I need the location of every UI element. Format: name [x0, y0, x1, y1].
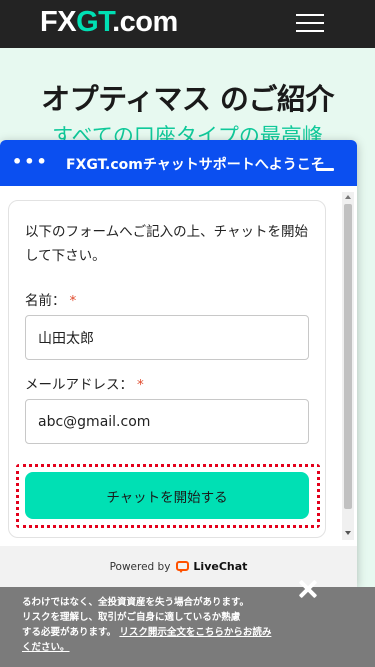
start-chat-button[interactable]: チャットを開始する: [25, 472, 309, 519]
risk-line: るわけではなく、全投資資産を失う場合があります。: [22, 597, 250, 608]
risk-line-text: する必要があります。: [22, 627, 117, 638]
email-label: メールアドレス： *: [25, 373, 144, 393]
powered-by-text: Powered by: [109, 560, 171, 573]
close-icon[interactable]: [296, 577, 320, 601]
email-input-value: abc@gmail.com: [38, 413, 151, 430]
email-label-text: メールアドレス：: [25, 377, 133, 393]
risk-line: する必要があります。 リスク開示全文をこちらからお読みください。: [22, 625, 272, 655]
more-dots-icon[interactable]: •••: [12, 152, 49, 171]
scroll-down-arrow-icon[interactable]: [345, 531, 351, 535]
name-input[interactable]: 山田太郎: [25, 315, 309, 360]
scroll-up-arrow-icon[interactable]: [345, 195, 351, 199]
scrollbar-thumb[interactable]: [344, 204, 352, 509]
chat-title: FXGT.comチャットサポートへようこそ: [66, 157, 325, 173]
name-label: 名前： *: [25, 289, 76, 309]
fxgt-logo[interactable]: FXGT.com: [40, 5, 178, 39]
risk-text: るわけではなく、全投資資産を失う場合があります。 リスクを理解し、取引がご自身に…: [22, 595, 272, 655]
livechat-brand[interactable]: LiveChat: [193, 560, 247, 573]
email-input[interactable]: abc@gmail.com: [25, 399, 309, 444]
hamburger-menu-icon[interactable]: [296, 12, 324, 34]
logo-gt: GT: [76, 6, 113, 38]
logo-fx: FX: [40, 6, 77, 38]
livechat-logo-icon: [176, 560, 190, 573]
minimize-icon[interactable]: [316, 168, 334, 171]
form-intro: 以下のフォームへご記入の上、チャットを開始して下さい。: [25, 224, 308, 264]
site-header: FXGT.com: [0, 0, 375, 48]
required-mark: *: [69, 293, 77, 309]
name-input-value: 山田太郎: [38, 330, 94, 347]
chat-body: 以下のフォームへご記入の上、チャットを開始して下さい。 名前： * 山田太郎 メー…: [0, 186, 357, 546]
start-button-highlight: チャットを開始する: [16, 464, 320, 528]
chat-widget: ••• FXGT.comチャットサポートへようこそ 以下のフォームへご記入の上、…: [0, 140, 357, 587]
prechat-form: 以下のフォームへご記入の上、チャットを開始して下さい。 名前： * 山田太郎 メー…: [8, 200, 326, 538]
risk-warning-banner: るわけではなく、全投資資産を失う場合があります。 リスクを理解し、取引がご自身に…: [0, 579, 375, 667]
required-mark: *: [137, 377, 144, 393]
logo-com: .com: [112, 6, 178, 38]
name-label-text: 名前：: [25, 293, 66, 309]
hero-title: オプティマス のご紹介: [41, 82, 334, 116]
chat-header: ••• FXGT.comチャットサポートへようこそ: [0, 140, 357, 186]
risk-line: リスクを理解し、取引がご自身に適しているか熟慮: [22, 612, 241, 623]
